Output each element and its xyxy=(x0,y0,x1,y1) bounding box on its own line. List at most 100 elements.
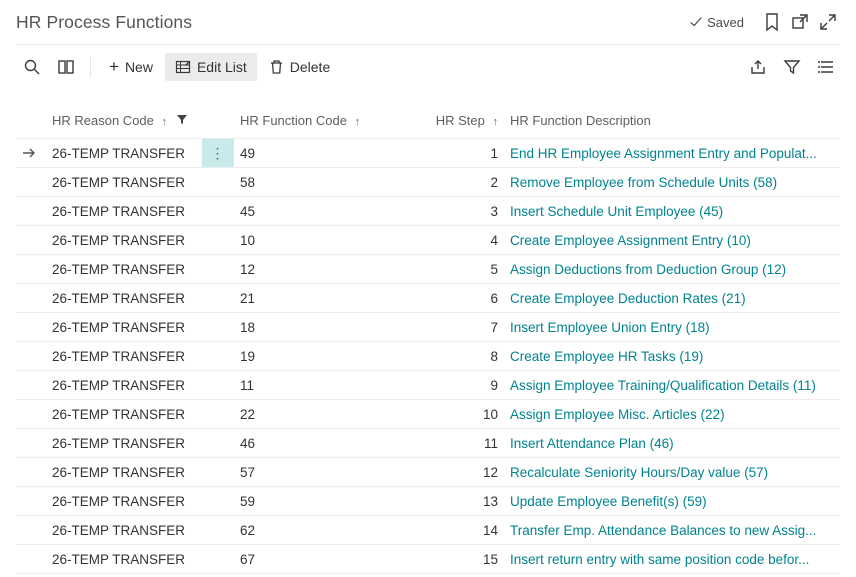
description-link[interactable]: Insert return entry with same position c… xyxy=(510,552,809,567)
cell-function-code[interactable]: 11 xyxy=(234,371,414,400)
row-menu-button[interactable]: ⋮ xyxy=(202,313,234,342)
cell-function-code[interactable]: 59 xyxy=(234,487,414,516)
cell-reason-code[interactable]: 26-TEMP TRANSFER xyxy=(46,197,202,226)
table-row[interactable]: 26-TEMP TRANSFER⋮453 Insert Schedule Unit… xyxy=(16,197,840,226)
table-row[interactable]: 26-TEMP TRANSFER⋮125 Assign Deductions fr… xyxy=(16,255,840,284)
cell-function-code[interactable]: 18 xyxy=(234,313,414,342)
expand-icon[interactable] xyxy=(814,4,842,40)
table-row[interactable]: 26-TEMP TRANSFER⋮187 Insert Employee Unio… xyxy=(16,313,840,342)
cell-function-code[interactable]: 46 xyxy=(234,429,414,458)
description-link[interactable]: Assign Employee Misc. Articles (22) xyxy=(510,407,725,422)
col-reason[interactable]: HR Reason Code ↑ xyxy=(46,105,202,139)
new-button[interactable]: + New xyxy=(99,53,163,81)
row-menu-button[interactable]: ⋮ xyxy=(202,255,234,284)
data-grid[interactable]: HR Reason Code ↑ HR Function Code ↑ HR S… xyxy=(16,105,840,574)
cell-function-code[interactable]: 22 xyxy=(234,400,414,429)
description-link[interactable]: Assign Deductions from Deduction Group (… xyxy=(510,262,786,277)
description-link[interactable]: Create Employee HR Tasks (19) xyxy=(510,349,703,364)
cell-step[interactable]: 1 xyxy=(414,139,504,168)
table-row[interactable]: 26-TEMP TRANSFER⋮5712 Recalculate Seniori… xyxy=(16,458,840,487)
row-menu-button[interactable]: ⋮ xyxy=(202,342,234,371)
row-menu-button[interactable]: ⋮ xyxy=(202,197,234,226)
cell-function-code[interactable]: 10 xyxy=(234,226,414,255)
table-row[interactable]: 26-TEMP TRANSFER⋮198 Create Employee HR T… xyxy=(16,342,840,371)
cell-reason-code[interactable]: 26-TEMP TRANSFER xyxy=(46,139,202,168)
delete-button[interactable]: Delete xyxy=(259,53,340,81)
cell-function-code[interactable]: 57 xyxy=(234,458,414,487)
cell-step[interactable]: 8 xyxy=(414,342,504,371)
table-row[interactable]: 26-TEMP TRANSFER⋮119 Assign Employee Trai… xyxy=(16,371,840,400)
cell-step[interactable]: 9 xyxy=(414,371,504,400)
description-link[interactable]: Insert Employee Union Entry (18) xyxy=(510,320,710,335)
list-icon[interactable] xyxy=(810,49,842,85)
cell-step[interactable]: 10 xyxy=(414,400,504,429)
cell-function-code[interactable]: 49 xyxy=(234,139,414,168)
col-step[interactable]: HR Step ↑ xyxy=(414,105,504,139)
cell-function-code[interactable]: 19 xyxy=(234,342,414,371)
cell-step[interactable]: 6 xyxy=(414,284,504,313)
cell-reason-code[interactable]: 26-TEMP TRANSFER xyxy=(46,226,202,255)
row-menu-button[interactable]: ⋮ xyxy=(202,371,234,400)
bookmark-icon[interactable] xyxy=(758,4,786,40)
table-row[interactable]: 26-TEMP TRANSFER⋮104 Create Employee Assi… xyxy=(16,226,840,255)
cell-reason-code[interactable]: 26-TEMP TRANSFER xyxy=(46,458,202,487)
cell-step[interactable]: 2 xyxy=(414,168,504,197)
table-row[interactable]: 26-TEMP TRANSFER⋮2210 Assign Employee Mis… xyxy=(16,400,840,429)
search-icon[interactable] xyxy=(16,49,48,85)
cell-step[interactable]: 5 xyxy=(414,255,504,284)
cell-reason-code[interactable]: 26-TEMP TRANSFER xyxy=(46,255,202,284)
description-link[interactable]: Create Employee Assignment Entry (10) xyxy=(510,233,751,248)
filter-icon[interactable] xyxy=(776,49,808,85)
row-menu-button[interactable]: ⋮ xyxy=(202,516,234,545)
cell-function-code[interactable]: 12 xyxy=(234,255,414,284)
cell-step[interactable]: 14 xyxy=(414,516,504,545)
cell-function-code[interactable]: 21 xyxy=(234,284,414,313)
cell-step[interactable]: 11 xyxy=(414,429,504,458)
cell-reason-code[interactable]: 26-TEMP TRANSFER xyxy=(46,429,202,458)
description-link[interactable]: Transfer Emp. Attendance Balances to new… xyxy=(510,523,816,538)
cell-reason-code[interactable]: 26-TEMP TRANSFER xyxy=(46,545,202,574)
table-row[interactable]: 26-TEMP TRANSFER⋮5913Update Employee Ben… xyxy=(16,487,840,516)
cell-reason-code[interactable]: 26-TEMP TRANSFER xyxy=(46,342,202,371)
table-row[interactable]: 26-TEMP TRANSFER⋮216 Create Employee Dedu… xyxy=(16,284,840,313)
cell-reason-code[interactable]: 26-TEMP TRANSFER xyxy=(46,516,202,545)
description-link[interactable]: Insert Attendance Plan (46) xyxy=(510,436,674,451)
description-link[interactable]: End HR Employee Assignment Entry and Pop… xyxy=(510,146,817,161)
cell-step[interactable]: 3 xyxy=(414,197,504,226)
row-menu-button[interactable]: ⋮ xyxy=(202,168,234,197)
description-link[interactable]: Update Employee Benefit(s) (59) xyxy=(510,494,707,509)
table-row[interactable]: 26-TEMP TRANSFER⋮582 Remove Employee from… xyxy=(16,168,840,197)
row-menu-button[interactable]: ⋮ xyxy=(202,545,234,574)
edit-list-button[interactable]: Edit List xyxy=(165,53,257,81)
description-link[interactable]: Recalculate Seniority Hours/Day value (5… xyxy=(510,465,768,480)
cell-reason-code[interactable]: 26-TEMP TRANSFER xyxy=(46,371,202,400)
cell-step[interactable]: 4 xyxy=(414,226,504,255)
cell-function-code[interactable]: 45 xyxy=(234,197,414,226)
cell-step[interactable]: 12 xyxy=(414,458,504,487)
cell-reason-code[interactable]: 26-TEMP TRANSFER xyxy=(46,313,202,342)
cell-reason-code[interactable]: 26-TEMP TRANSFER xyxy=(46,487,202,516)
row-menu-button[interactable]: ⋮ xyxy=(202,458,234,487)
cell-function-code[interactable]: 58 xyxy=(234,168,414,197)
cell-reason-code[interactable]: 26-TEMP TRANSFER xyxy=(46,400,202,429)
row-menu-button[interactable]: ⋮ xyxy=(202,139,234,168)
description-link[interactable]: Insert Schedule Unit Employee (45) xyxy=(510,204,723,219)
cell-reason-code[interactable]: 26-TEMP TRANSFER xyxy=(46,284,202,313)
table-row[interactable]: 26-TEMP TRANSFER⋮491 End HR Employee Assi… xyxy=(16,139,840,168)
row-menu-button[interactable]: ⋮ xyxy=(202,284,234,313)
row-menu-button[interactable]: ⋮ xyxy=(202,400,234,429)
row-menu-button[interactable]: ⋮ xyxy=(202,226,234,255)
description-link[interactable]: Assign Employee Training/Qualification D… xyxy=(510,378,816,393)
col-desc[interactable]: HR Function Description xyxy=(504,105,840,139)
layout-icon[interactable] xyxy=(50,49,82,85)
cell-step[interactable]: 13 xyxy=(414,487,504,516)
description-link[interactable]: Remove Employee from Schedule Units (58) xyxy=(510,175,777,190)
cell-reason-code[interactable]: 26-TEMP TRANSFER xyxy=(46,168,202,197)
table-row[interactable]: 26-TEMP TRANSFER⋮6715Insert return entry… xyxy=(16,545,840,574)
cell-function-code[interactable]: 62 xyxy=(234,516,414,545)
cell-function-code[interactable]: 67 xyxy=(234,545,414,574)
share-icon[interactable] xyxy=(742,49,774,85)
cell-step[interactable]: 7 xyxy=(414,313,504,342)
description-link[interactable]: Create Employee Deduction Rates (21) xyxy=(510,291,746,306)
col-func[interactable]: HR Function Code ↑ xyxy=(234,105,414,139)
